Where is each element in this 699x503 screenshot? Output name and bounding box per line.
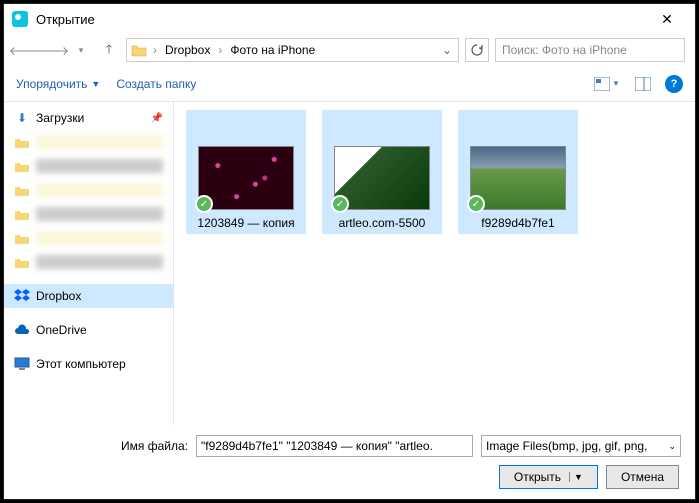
sidebar-item[interactable] xyxy=(4,226,173,250)
recent-dropdown[interactable]: ▾ xyxy=(70,39,92,61)
chevron-down-icon: ⌄ xyxy=(668,441,676,452)
thumbnail-image: ✓ xyxy=(334,146,430,210)
sidebar-item-dropbox[interactable]: Dropbox xyxy=(4,284,173,308)
cancel-button[interactable]: Отмена xyxy=(606,465,679,489)
open-dialog: Открытие ✕ 🡐 🡒 ▾ 🡑 › Dropbox › Фото на i… xyxy=(3,3,696,500)
file-name: artleo.com-5500 xyxy=(324,216,440,230)
breadcrumb-dropdown[interactable]: ⌄ xyxy=(438,43,456,57)
search-input[interactable]: Поиск: Фото на iPhone xyxy=(495,38,685,62)
footer: Имя файла: Image Files(bmp, jpg, gif, pn… xyxy=(4,425,695,499)
toolbar: Упорядочить ▼ Создать папку ▼ ? xyxy=(4,66,695,102)
file-name: f9289d4b7fe1 xyxy=(460,216,576,230)
onedrive-icon xyxy=(14,322,30,338)
organize-menu[interactable]: Упорядочить ▼ xyxy=(16,77,100,91)
chevron-right-icon: › xyxy=(151,43,159,57)
file-thumb[interactable]: ✓ artleo.com-5500 xyxy=(322,110,442,234)
view-mode-button[interactable]: ▼ xyxy=(593,73,621,95)
titlebar: Открытие ✕ xyxy=(4,4,695,34)
sidebar: ⬇ Загрузки 📌 Dropbox OneD xyxy=(4,102,174,425)
pin-icon: 📌 xyxy=(151,113,163,124)
filename-label: Имя файла: xyxy=(18,439,188,453)
sidebar-item[interactable] xyxy=(4,250,173,274)
app-icon xyxy=(12,11,28,27)
sidebar-item-this-pc[interactable]: Этот компьютер xyxy=(4,352,173,376)
crumb-leaf[interactable]: Фото на iPhone xyxy=(226,41,319,59)
open-split-dropdown[interactable]: ▼ xyxy=(569,472,583,482)
filetype-combo[interactable]: Image Files(bmp, jpg, gif, png, ⌄ xyxy=(481,435,681,457)
chevron-down-icon: ▼ xyxy=(612,79,620,88)
sidebar-item[interactable] xyxy=(4,202,173,226)
chevron-down-icon: ▼ xyxy=(91,79,100,89)
back-button[interactable]: 🡐 xyxy=(14,39,36,61)
sidebar-item[interactable] xyxy=(4,178,173,202)
help-button[interactable]: ? xyxy=(665,75,683,93)
download-icon: ⬇ xyxy=(14,110,30,126)
synced-icon: ✓ xyxy=(195,195,213,213)
file-thumb[interactable]: ✓ f9289d4b7fe1 xyxy=(458,110,578,234)
sidebar-item[interactable] xyxy=(4,130,173,154)
filename-input[interactable] xyxy=(196,435,473,457)
computer-icon xyxy=(14,356,30,372)
sidebar-item-downloads[interactable]: ⬇ Загрузки 📌 xyxy=(4,106,173,130)
up-button[interactable]: 🡑 xyxy=(98,39,120,61)
folder-icon xyxy=(129,42,149,58)
close-button[interactable]: ✕ xyxy=(647,11,687,28)
dropbox-icon xyxy=(14,288,30,304)
refresh-button[interactable] xyxy=(465,38,489,62)
synced-icon: ✓ xyxy=(331,195,349,213)
preview-pane-button[interactable] xyxy=(629,73,657,95)
synced-icon: ✓ xyxy=(467,195,485,213)
sidebar-item[interactable] xyxy=(4,154,173,178)
window-title: Открытие xyxy=(36,12,647,27)
open-button[interactable]: Открыть ▼ xyxy=(499,465,598,489)
nav-row: 🡐 🡒 ▾ 🡑 › Dropbox › Фото на iPhone ⌄ Пои… xyxy=(4,34,695,66)
crumb-dropbox[interactable]: Dropbox xyxy=(161,41,214,59)
search-placeholder: Поиск: Фото на iPhone xyxy=(502,43,627,57)
breadcrumb[interactable]: › Dropbox › Фото на iPhone ⌄ xyxy=(126,38,459,62)
file-thumb[interactable]: ✓ 1203849 — копия xyxy=(186,110,306,234)
new-folder-button[interactable]: Создать папку xyxy=(116,77,196,91)
sidebar-item-onedrive[interactable]: OneDrive xyxy=(4,318,173,342)
file-name: 1203849 — копия xyxy=(188,216,304,230)
thumbnail-image: ✓ xyxy=(198,146,294,210)
forward-button: 🡒 xyxy=(42,39,64,61)
chevron-right-icon: › xyxy=(216,43,224,57)
thumbnail-image: ✓ xyxy=(470,146,566,210)
file-list[interactable]: ✓ 1203849 — копия ✓ artleo.com-5500 ✓ f9… xyxy=(174,102,695,425)
